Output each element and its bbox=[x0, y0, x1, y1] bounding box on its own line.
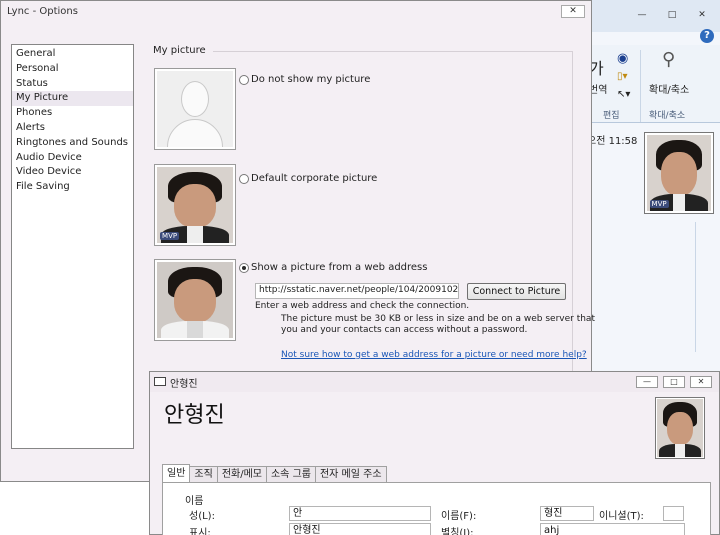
contact-card-icon bbox=[154, 377, 166, 386]
tab-member-of[interactable]: 소속 그룹 bbox=[265, 466, 316, 482]
nav-item-ringtones[interactable]: Ringtones and Sounds bbox=[12, 136, 133, 151]
contact-window-title: 안형진 bbox=[170, 379, 198, 390]
mvp-badge: MVP bbox=[649, 199, 669, 208]
zoom-button-label[interactable]: 확대/축소 bbox=[649, 81, 689, 96]
radio-corporate-picture[interactable] bbox=[239, 173, 249, 184]
section-divider bbox=[213, 51, 573, 52]
web-picture-preview bbox=[154, 259, 236, 341]
background-titlebar: — □ ✕ bbox=[587, 0, 720, 32]
section-title: My picture bbox=[153, 45, 206, 56]
person-photo-icon: MVP bbox=[647, 135, 711, 211]
display-name-field[interactable]: 안형진 bbox=[289, 523, 431, 535]
corporate-picture-preview: MVP bbox=[154, 164, 236, 246]
radio-no-picture[interactable] bbox=[239, 74, 249, 85]
options-nav-list: General Personal Status My Picture Phone… bbox=[11, 44, 134, 449]
select-icon[interactable]: ▯▾ bbox=[617, 71, 628, 82]
name-group-label: 이름 bbox=[185, 496, 204, 507]
nav-item-file-saving[interactable]: File Saving bbox=[12, 180, 133, 195]
initials-label: 이니셜(T): bbox=[599, 511, 644, 522]
option-no-picture[interactable]: Do not show my picture bbox=[239, 74, 370, 85]
last-name-field[interactable]: 안 bbox=[289, 506, 431, 521]
nav-item-alerts[interactable]: Alerts bbox=[12, 121, 133, 136]
ribbon-group-edit: 편집 bbox=[603, 111, 620, 121]
first-name-field[interactable]: 형진 bbox=[540, 506, 594, 521]
nav-item-my-picture[interactable]: My Picture bbox=[12, 91, 133, 107]
maximize-icon[interactable]: □ bbox=[663, 376, 685, 388]
window-title: Lync - Options bbox=[7, 6, 78, 17]
tab-phone-notes[interactable]: 전화/메모 bbox=[216, 466, 267, 482]
mvp-badge: MVP bbox=[160, 231, 180, 240]
no-picture-preview bbox=[154, 68, 236, 150]
help-icon[interactable]: ? bbox=[700, 29, 714, 43]
zoom-icon[interactable]: ⚲ bbox=[662, 49, 675, 70]
nav-item-audio-device[interactable]: Audio Device bbox=[12, 151, 133, 166]
radio-web-picture[interactable] bbox=[239, 262, 249, 273]
message-time: 오전 11:58 bbox=[587, 136, 638, 147]
close-icon[interactable]: ✕ bbox=[561, 5, 585, 18]
tab-email-addresses[interactable]: 전자 메일 주소 bbox=[314, 466, 387, 482]
nickname-field[interactable]: ahj bbox=[540, 523, 685, 535]
ribbon: 가 번역 ◉ ▯▾ ↖▾ ⚲ 확대/축소 편집 확대/축소 bbox=[587, 45, 720, 123]
person-photo-icon: MVP bbox=[157, 167, 233, 243]
contact-photo bbox=[655, 397, 705, 459]
contact-properties-window: 안형진 — □ ✕ 안형진 일반 조직 전화/메모 소속 그룹 전자 메일 주소… bbox=[149, 371, 720, 535]
contact-display-name: 안형진 bbox=[164, 403, 225, 428]
ribbon-separator bbox=[640, 50, 641, 122]
nav-item-phones[interactable]: Phones bbox=[12, 106, 133, 121]
help-text-line1: Enter a web address and check the connec… bbox=[255, 301, 470, 311]
option-no-picture-label: Do not show my picture bbox=[251, 74, 371, 85]
last-name-label: 성(L): bbox=[189, 511, 215, 522]
option-corporate-picture[interactable]: Default corporate picture bbox=[239, 173, 377, 184]
option-corporate-picture-label: Default corporate picture bbox=[251, 173, 378, 184]
close-icon[interactable]: ✕ bbox=[695, 10, 709, 21]
silhouette-icon bbox=[157, 71, 233, 147]
option-web-picture[interactable]: Show a picture from a web address bbox=[239, 262, 427, 273]
nickname-label: 별칭(I): bbox=[441, 528, 474, 535]
tab-content-general: 이름 성(L): 안 이름(F): 형진 이니셜(T): 표시: 안형진 별칭(… bbox=[162, 482, 711, 535]
first-name-label: 이름(F): bbox=[441, 511, 477, 522]
contact-photo: MVP bbox=[644, 132, 714, 214]
lync-titlebar: Lync - Options ✕ bbox=[1, 1, 591, 25]
minimize-icon[interactable]: — bbox=[635, 10, 649, 21]
nav-item-general[interactable]: General bbox=[12, 47, 133, 62]
nav-item-video-device[interactable]: Video Device bbox=[12, 165, 133, 180]
person-photo-icon bbox=[657, 399, 703, 457]
maximize-icon[interactable]: □ bbox=[665, 10, 679, 21]
tab-organization[interactable]: 조직 bbox=[189, 466, 218, 482]
help-text-line3: you and your contacts can access without… bbox=[281, 325, 528, 335]
nav-item-status[interactable]: Status bbox=[12, 77, 133, 92]
connect-to-picture-button[interactable]: Connect to Picture bbox=[467, 283, 566, 300]
side-scrollbar[interactable] bbox=[695, 222, 711, 352]
close-icon[interactable]: ✕ bbox=[690, 376, 712, 388]
ribbon-group-zoom: 확대/축소 bbox=[649, 111, 686, 121]
person-photo-icon bbox=[157, 262, 233, 338]
display-name-label: 표시: bbox=[189, 528, 211, 535]
initials-field[interactable] bbox=[663, 506, 684, 521]
minimize-icon[interactable]: — bbox=[636, 376, 658, 388]
picture-url-input[interactable]: http://sstatic.naver.net/people/104/2009… bbox=[255, 283, 459, 299]
contact-tabs: 일반 조직 전화/메모 소속 그룹 전자 메일 주소 bbox=[162, 464, 387, 482]
contact-titlebar: 안형진 — □ ✕ bbox=[150, 372, 719, 392]
nav-item-personal[interactable]: Personal bbox=[12, 62, 133, 77]
picture-help-link[interactable]: Not sure how to get a web address for a … bbox=[281, 350, 587, 360]
tab-general[interactable]: 일반 bbox=[162, 464, 191, 482]
option-web-picture-label: Show a picture from a web address bbox=[251, 262, 428, 273]
content-border bbox=[572, 51, 573, 381]
cursor-icon[interactable]: ↖▾ bbox=[617, 89, 630, 100]
help-text-line2: The picture must be 30 KB or less in siz… bbox=[281, 314, 595, 324]
binoculars-icon[interactable]: ◉ bbox=[617, 51, 628, 66]
